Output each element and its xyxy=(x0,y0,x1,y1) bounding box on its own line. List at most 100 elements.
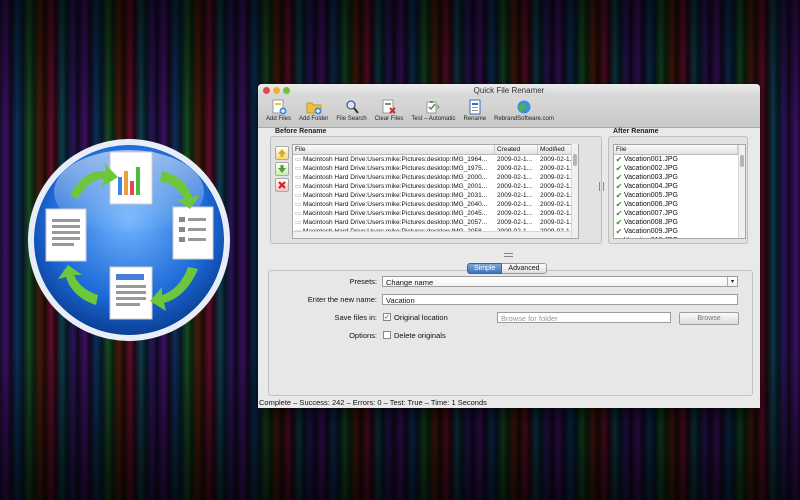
delete-originals-label: Delete originals xyxy=(394,331,446,340)
test-automatic-button[interactable]: Test – Automatic xyxy=(407,97,459,127)
created-cell: 2009-02-1... xyxy=(497,219,533,226)
close-window-button[interactable] xyxy=(263,87,270,94)
table-row[interactable]: ▭ Macintosh Hard Drive:Users:mike:Pictur… xyxy=(293,218,578,227)
file-path-cell: Macintosh Hard Drive:Users:mike:Pictures… xyxy=(302,210,488,217)
list-item[interactable]: ✔ Vacation008.JPG xyxy=(614,218,745,227)
check-icon: ✔ xyxy=(615,218,623,227)
modified-cell: 2009-02-1... xyxy=(540,156,572,163)
before-horizontal-scrollbar[interactable] xyxy=(293,231,578,238)
delete-originals-checkbox[interactable] xyxy=(383,331,391,339)
modified-cell: 2009-02-1... xyxy=(540,165,572,172)
original-location-checkbox[interactable]: ✓ xyxy=(383,313,391,321)
remove-file-button[interactable] xyxy=(275,178,289,192)
move-up-button[interactable] xyxy=(275,146,289,160)
table-row[interactable]: ▭ Macintosh Hard Drive:Users:mike:Pictur… xyxy=(293,173,578,182)
list-item[interactable]: ✔ Vacation005.JPG xyxy=(614,191,745,200)
before-table-header: File Created Modified xyxy=(293,145,578,155)
before-rename-table[interactable]: File Created Modified ▭ Macintosh Hard D… xyxy=(292,144,579,239)
before-rename-title: Before Rename xyxy=(275,128,327,135)
original-location-label: Original location xyxy=(394,313,448,322)
renamed-file-name: Vacation005.JPG xyxy=(624,192,678,199)
split-view-divider[interactable] xyxy=(599,182,604,191)
modified-cell: 2009-02-1... xyxy=(540,210,572,217)
table-row[interactable]: ▭ Macintosh Hard Drive:Users:mike:Pictur… xyxy=(293,200,578,209)
after-file-column-header[interactable]: File xyxy=(614,145,738,154)
red-x-icon xyxy=(278,181,286,189)
file-icon: ▭ xyxy=(295,192,303,199)
list-item[interactable]: ✔ Vacation009.JPG xyxy=(614,227,745,236)
tab-advanced[interactable]: Advanced xyxy=(502,263,547,274)
rename-button[interactable]: Rename xyxy=(459,97,490,127)
file-path-cell: Macintosh Hard Drive:Users:mike:Pictures… xyxy=(302,201,488,208)
tab-simple[interactable]: Simple xyxy=(467,263,503,274)
horizontal-split-divider[interactable] xyxy=(504,253,513,257)
toolbar: Add Files Add Folder File Search Clear F… xyxy=(258,97,760,128)
new-name-label: Enter the new name: xyxy=(307,295,377,304)
chevron-down-icon: ▾ xyxy=(727,277,737,286)
quick-file-renamer-app-icon xyxy=(28,139,230,341)
renamed-file-name: Vacation010.JPG xyxy=(624,236,678,238)
file-column-header[interactable]: File xyxy=(293,145,495,154)
clear-files-label: Clear Files xyxy=(374,116,404,122)
table-row[interactable]: ▭ Macintosh Hard Drive:Users:mike:Pictur… xyxy=(293,155,578,164)
table-row[interactable]: ▭ Macintosh Hard Drive:Users:mike:Pictur… xyxy=(293,209,578,218)
add-files-icon xyxy=(272,99,286,115)
table-row[interactable]: ▭ Macintosh Hard Drive:Users:mike:Pictur… xyxy=(293,191,578,200)
list-item[interactable]: ✔ Vacation007.JPG xyxy=(614,209,745,218)
options-label: Options: xyxy=(349,331,377,340)
test-icon xyxy=(426,101,441,114)
magnifier-icon xyxy=(346,100,359,114)
new-name-input[interactable]: Vacation xyxy=(382,294,738,305)
presets-label: Presets: xyxy=(349,277,377,286)
browse-folder-input[interactable]: Browse for folder xyxy=(497,312,671,323)
mode-tabs: Simple Advanced xyxy=(467,263,547,274)
file-path-cell: Macintosh Hard Drive:Users:mike:Pictures… xyxy=(302,219,488,226)
list-item[interactable]: ✔ Vacation006.JPG xyxy=(614,200,745,209)
move-down-button[interactable] xyxy=(275,162,289,176)
created-cell: 2009-02-1... xyxy=(497,165,533,172)
list-item[interactable]: ✔ Vacation003.JPG xyxy=(614,173,745,182)
table-row[interactable]: ▭ Macintosh Hard Drive:Users:mike:Pictur… xyxy=(293,182,578,191)
file-icon: ▭ xyxy=(295,156,303,163)
table-row[interactable]: ▭ Macintosh Hard Drive:Users:mike:Pictur… xyxy=(293,164,578,173)
renamed-file-name: Vacation007.JPG xyxy=(624,210,678,217)
file-icon: ▭ xyxy=(295,165,303,172)
modified-cell: 2009-02-1... xyxy=(540,192,572,199)
before-vertical-scrollbar[interactable] xyxy=(571,144,578,237)
list-item[interactable]: ✔ Vacation001.JPG xyxy=(614,155,745,164)
list-item[interactable]: ✔ Vacation002.JPG xyxy=(614,164,745,173)
file-search-button[interactable]: File Search xyxy=(332,97,370,127)
rebrandsoftware-link[interactable]: RebrandSoftware.com xyxy=(490,97,558,127)
add-folder-button[interactable]: Add Folder xyxy=(295,97,332,127)
list-item[interactable]: ✔Vacation010.JPG xyxy=(614,236,745,238)
status-bar: Complete – Success: 242 – Errors: 0 – Te… xyxy=(259,398,487,407)
modified-cell: 2009-02-1... xyxy=(540,183,572,190)
presets-select[interactable]: Change name ▾ xyxy=(382,276,738,287)
presets-value: Change name xyxy=(386,278,434,287)
up-arrow-icon xyxy=(278,149,286,157)
renamed-file-name: Vacation004.JPG xyxy=(624,183,678,190)
after-table-body: ✔ Vacation001.JPG ✔ Vacation002.JPG ✔ Vacatio… xyxy=(614,155,745,238)
file-path-cell: Macintosh Hard Drive:Users:mike:Pictures… xyxy=(302,156,488,163)
add-files-button[interactable]: Add Files xyxy=(262,97,295,127)
list-item[interactable]: ✔ Vacation004.JPG xyxy=(614,182,745,191)
after-rename-table[interactable]: File ✔ Vacation001.JPG ✔ Vacation002.JPG ✔ Va… xyxy=(613,144,746,239)
renamed-file-name: Vacation001.JPG xyxy=(624,156,678,163)
modified-column-header[interactable]: Modified xyxy=(538,145,572,154)
add-folder-label: Add Folder xyxy=(299,116,329,122)
minimize-window-button[interactable] xyxy=(273,87,280,94)
app-window: Quick File Renamer Add Files Add Folder … xyxy=(258,84,760,408)
file-icon: ▭ xyxy=(295,219,303,226)
zoom-window-button[interactable] xyxy=(283,87,290,94)
created-column-header[interactable]: Created xyxy=(495,145,538,154)
file-icon: ▭ xyxy=(295,183,303,190)
rename-label: Rename xyxy=(463,116,487,122)
clear-files-button[interactable]: Clear Files xyxy=(371,97,408,127)
after-vertical-scrollbar[interactable] xyxy=(738,145,745,238)
renamed-file-name: Vacation006.JPG xyxy=(624,201,678,208)
browse-button[interactable]: Browse xyxy=(679,312,739,325)
save-files-label: Save files in: xyxy=(334,313,377,322)
modified-cell: 2009-02-1... xyxy=(540,219,572,226)
modified-cell: 2009-02-1... xyxy=(540,201,572,208)
title-bar: Quick File Renamer xyxy=(258,84,760,97)
